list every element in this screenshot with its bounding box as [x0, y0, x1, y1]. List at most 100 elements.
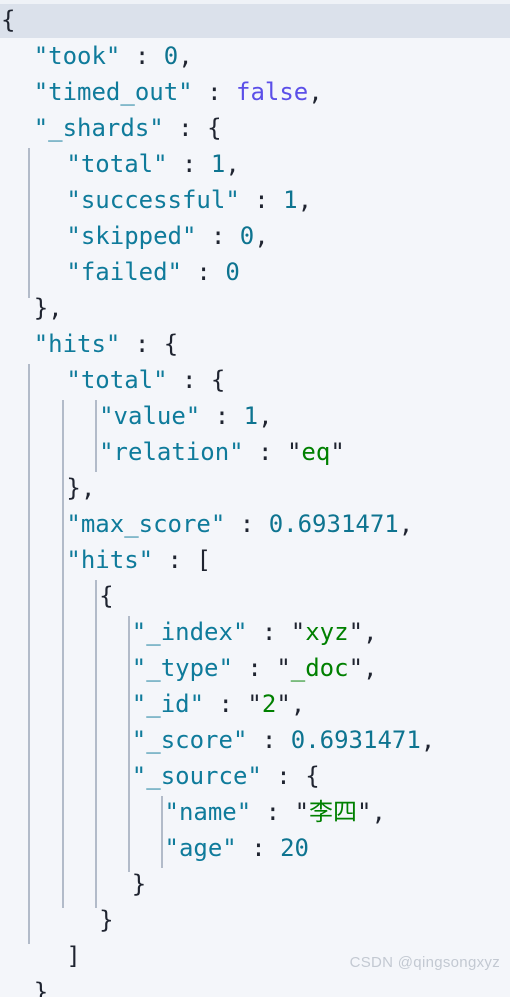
token-punct: { [207, 114, 222, 142]
token-str: 2 [261, 690, 277, 718]
token-colon: : [247, 618, 291, 646]
code-line[interactable]: "hits" : { [0, 326, 510, 362]
token-quote: " [357, 798, 372, 826]
token-colon: : [236, 834, 281, 862]
token-punct: , [363, 654, 378, 682]
code-line[interactable]: "skipped" : 0, [0, 218, 510, 254]
token-colon: : [204, 690, 248, 718]
token-punct: ] [66, 942, 81, 970]
code-line[interactable]: "_type" : "_doc", [0, 650, 510, 686]
code-line[interactable]: "total" : 1, [0, 146, 510, 182]
token-num: 0 [239, 222, 255, 250]
code-line[interactable]: "age" : 20 [0, 830, 510, 866]
token-key: "_type" [131, 654, 233, 682]
code-line[interactable]: "total" : { [0, 362, 510, 398]
token-quote: " [276, 654, 291, 682]
code-line[interactable]: "value" : 1, [0, 398, 510, 434]
token-colon: : [239, 186, 284, 214]
token-colon: : [196, 222, 240, 250]
token-colon: : [247, 726, 291, 754]
token-num: 0 [225, 258, 240, 286]
token-key: "_source" [131, 762, 262, 790]
code-line[interactable]: "_score" : 0.6931471, [0, 722, 510, 758]
token-num: 1 [243, 402, 259, 430]
token-quote: " [330, 438, 345, 466]
token-str: _doc [290, 654, 349, 682]
token-key: "relation" [99, 438, 244, 466]
token-punct: , [420, 726, 436, 754]
token-key: "max_score" [66, 510, 226, 538]
token-quote: " [294, 798, 310, 826]
code-line[interactable]: "_index" : "xyz", [0, 614, 510, 650]
token-punct: , [363, 618, 378, 646]
code-line[interactable]: }, [0, 290, 510, 326]
code-line[interactable]: { [0, 578, 510, 614]
code-line[interactable]: }, [0, 470, 510, 506]
code-line[interactable]: { [0, 2, 510, 38]
token-key: "age" [164, 834, 237, 862]
token-punct: , [398, 510, 414, 538]
code-line[interactable]: "hits" : [ [0, 542, 510, 578]
token-colon: : [167, 150, 211, 178]
token-punct: } [33, 978, 49, 997]
token-key: "successful" [66, 186, 240, 214]
token-num: 0.6931471 [290, 726, 421, 754]
token-colon: : [120, 42, 164, 70]
code-line[interactable]: } [0, 902, 510, 938]
token-colon: : [181, 258, 226, 286]
code-area[interactable]: {"took" : 0, "timed_out" : false, "_shards… [0, 2, 510, 997]
token-key: "hits" [33, 330, 121, 358]
token-key: "total" [66, 150, 168, 178]
token-colon: : [243, 438, 287, 466]
token-key: "name" [164, 798, 252, 826]
token-num: 1 [210, 150, 226, 178]
token-key: "skipped" [66, 222, 197, 250]
token-colon: : [120, 330, 164, 358]
token-bool: false [236, 78, 309, 106]
token-key: "value" [99, 402, 201, 430]
token-punct: , [178, 42, 193, 70]
token-key: "hits" [66, 546, 154, 574]
csdn-watermark: CSDN @qingsongxyz [349, 954, 500, 971]
token-key: "total" [66, 366, 168, 394]
token-str: xyz [305, 618, 349, 646]
code-line[interactable]: } [0, 866, 510, 902]
token-punct: , [371, 798, 386, 826]
token-quote: " [348, 654, 364, 682]
token-key: "failed" [66, 258, 182, 286]
token-colon: : [163, 114, 208, 142]
token-colon: : [167, 366, 211, 394]
token-key: "took" [33, 42, 121, 70]
code-line[interactable]: "relation" : "eq" [0, 434, 510, 470]
token-key: "_shards" [33, 114, 164, 142]
token-punct: } [131, 870, 147, 898]
token-quote: " [286, 438, 302, 466]
token-key: "_id" [131, 690, 205, 718]
token-num: 20 [280, 834, 310, 862]
code-line[interactable]: "failed" : 0 [0, 254, 510, 290]
token-punct: } [99, 906, 114, 934]
token-str: eq [301, 438, 331, 466]
token-key: "_score" [131, 726, 248, 754]
code-line[interactable]: "took" : 0, [0, 38, 510, 74]
token-quote: " [348, 618, 364, 646]
token-punct: { [210, 366, 226, 394]
token-num: 0 [163, 42, 179, 70]
code-line[interactable]: "_shards" : { [0, 110, 510, 146]
code-line[interactable]: "_id" : "2", [0, 686, 510, 722]
code-line[interactable]: "timed_out" : false, [0, 74, 510, 110]
token-punct: , [308, 78, 323, 106]
code-line[interactable]: "_source" : { [0, 758, 510, 794]
code-line[interactable]: "successful" : 1, [0, 182, 510, 218]
token-colon: : [261, 762, 306, 790]
token-punct: , [297, 186, 313, 214]
code-line[interactable]: "name" : "李四", [0, 794, 510, 830]
json-response-viewer[interactable]: {"took" : 0, "timed_out" : false, "_shards… [0, 0, 510, 997]
code-line[interactable]: } [0, 974, 510, 997]
token-quote: " [276, 690, 291, 718]
token-punct: { [1, 6, 16, 34]
token-colon: : [153, 546, 197, 574]
code-line[interactable]: "max_score" : 0.6931471, [0, 506, 510, 542]
token-num: 0.6931471 [268, 510, 399, 538]
token-colon: : [200, 402, 244, 430]
